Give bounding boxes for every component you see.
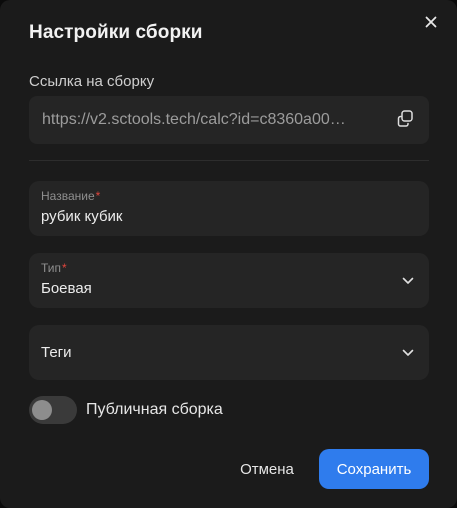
type-label-text: Тип xyxy=(41,261,62,275)
section-divider xyxy=(29,160,429,161)
close-button[interactable] xyxy=(421,14,441,34)
required-mark: * xyxy=(95,189,101,203)
public-build-toggle[interactable] xyxy=(29,396,77,424)
required-mark: * xyxy=(62,261,67,275)
name-field-value[interactable]: рубик кубик xyxy=(41,208,122,226)
close-icon xyxy=(425,15,437,33)
name-field[interactable]: Название* рубик кубик xyxy=(29,181,429,236)
build-link-field[interactable]: https://v2.sctools.tech/calc?id=c8360a00… xyxy=(29,96,429,144)
cancel-button[interactable]: Отмена xyxy=(231,450,303,488)
copy-link-button[interactable] xyxy=(395,109,415,132)
public-build-label: Публичная сборка xyxy=(86,401,223,418)
tags-select-placeholder: Теги xyxy=(41,344,72,361)
type-select[interactable]: Тип* Боевая xyxy=(29,253,429,308)
build-settings-dialog: Настройки сборки Ссылка на сборку https:… xyxy=(0,0,457,508)
tags-select[interactable]: Теги xyxy=(29,325,429,380)
chevron-down-icon[interactable] xyxy=(401,274,415,288)
type-select-value: Боевая xyxy=(41,280,92,297)
name-field-label: Название* xyxy=(41,189,100,203)
build-link-text[interactable]: https://v2.sctools.tech/calc?id=c8360a00… xyxy=(42,111,381,129)
chevron-down-icon[interactable] xyxy=(401,346,415,360)
copy-icon xyxy=(396,109,414,132)
dialog-title: Настройки сборки xyxy=(29,22,203,43)
type-select-label: Тип* xyxy=(41,261,67,275)
save-button[interactable]: Сохранить xyxy=(319,449,429,489)
toggle-knob xyxy=(32,400,52,420)
name-label-text: Название xyxy=(41,189,95,203)
build-link-label: Ссылка на сборку xyxy=(29,73,155,90)
public-build-row: Публичная сборка xyxy=(29,396,223,424)
